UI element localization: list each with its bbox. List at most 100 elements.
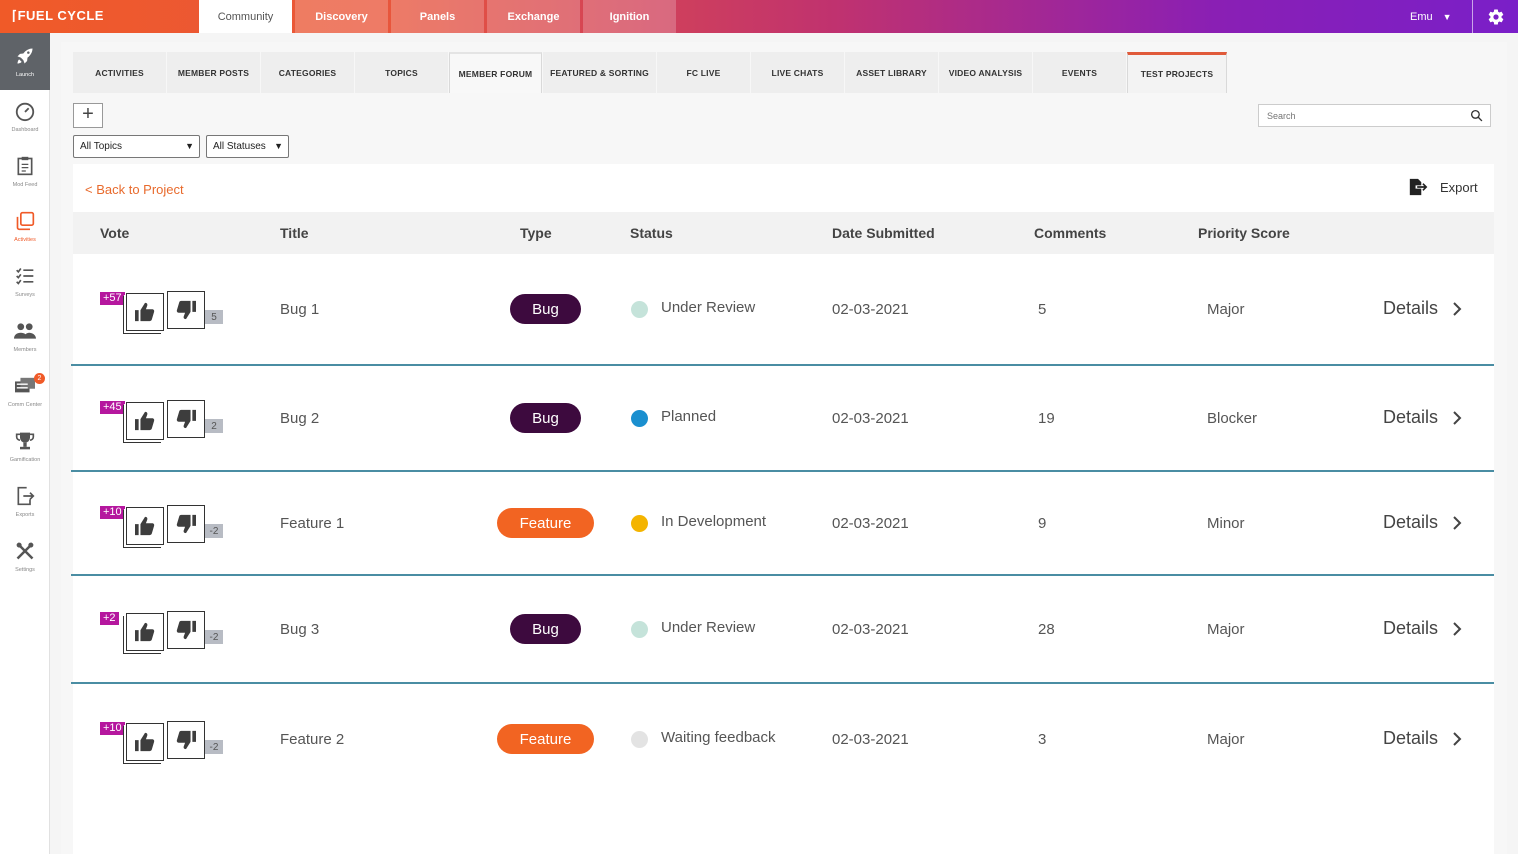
thumbs-down-icon [176, 409, 196, 429]
top-nav: Community Discovery Panels Exchange Igni… [199, 0, 679, 33]
sidebar-item-comm-center[interactable]: 2 Comm Center [0, 365, 50, 417]
tab-activities[interactable]: ACTIVITIES [73, 52, 166, 93]
tools-icon [14, 540, 36, 562]
back-to-project-link[interactable]: < Back to Project [85, 182, 184, 197]
row-title[interactable]: Feature 1 [280, 515, 344, 532]
row-status: Planned [661, 408, 717, 425]
upvote-button[interactable] [126, 507, 164, 545]
header-comments[interactable]: Comments [1034, 225, 1106, 241]
add-button[interactable]: + [73, 103, 103, 128]
sidebar-item-mod-feed[interactable]: Mod Feed [0, 145, 50, 197]
downvote-count: 5 [205, 310, 223, 324]
sidebar-item-members[interactable]: Members [0, 310, 50, 362]
tab-member-forum[interactable]: MEMBER FORUM [449, 52, 542, 93]
status-dot [631, 410, 648, 427]
upvote-button[interactable] [126, 613, 164, 651]
sidebar-item-activities[interactable]: Activities [0, 200, 50, 252]
details-label: Details [1383, 618, 1439, 638]
topnav-exchange[interactable]: Exchange [487, 0, 580, 33]
row-priority: Minor [1207, 515, 1245, 532]
tab-live-chats[interactable]: LIVE CHATS [751, 52, 844, 93]
upvote-button[interactable] [126, 293, 164, 331]
downvote-button[interactable] [167, 505, 205, 543]
row-priority: Major [1207, 621, 1245, 638]
user-menu[interactable]: Emu ▼ [1410, 0, 1452, 33]
details-label: Details [1383, 407, 1439, 427]
status-dot [631, 731, 648, 748]
topnav-panels[interactable]: Panels [391, 0, 484, 33]
tab-fc-live[interactable]: FC LIVE [657, 52, 750, 93]
row-priority: Major [1207, 301, 1245, 318]
details-link[interactable]: Details [1383, 298, 1462, 319]
tab-test-projects[interactable]: TEST PROJECTS [1127, 52, 1227, 93]
row-status: Under Review [661, 619, 756, 636]
header-title[interactable]: Title [280, 225, 309, 241]
topnav-ignition[interactable]: Ignition [583, 0, 676, 33]
details-link[interactable]: Details [1383, 512, 1462, 533]
tab-video-analysis[interactable]: VIDEO ANALYSIS [939, 52, 1032, 93]
type-pill: Feature [497, 508, 594, 538]
row-date-submitted: 02-03-2021 [832, 301, 909, 318]
header-vote[interactable]: Vote [100, 225, 129, 241]
header-type[interactable]: Type [520, 225, 552, 241]
logo-text: FUEL CYCLE [17, 8, 104, 23]
topnav-community[interactable]: Community [199, 0, 292, 33]
search-box [1258, 104, 1491, 127]
details-link[interactable]: Details [1383, 407, 1462, 428]
row-title[interactable]: Feature 2 [280, 731, 344, 748]
sidebar-item-exports[interactable]: Exports [0, 475, 50, 527]
sidebar-item-dashboard[interactable]: Dashboard [0, 90, 50, 142]
settings-gear-button[interactable] [1472, 0, 1518, 33]
search-input[interactable] [1267, 105, 1462, 126]
downvote-button[interactable] [167, 291, 205, 329]
status-dot [631, 515, 648, 532]
tab-events[interactable]: EVENTS [1033, 52, 1126, 93]
topics-select[interactable]: All Topics ▼ [73, 135, 200, 158]
export-icon [14, 485, 36, 507]
fuel-cycle-logo[interactable]: ⌈FUEL CYCLE [12, 8, 104, 24]
header-status[interactable]: Status [630, 225, 673, 241]
sidebar-item-settings[interactable]: Settings [0, 530, 50, 582]
header-date-submitted[interactable]: Date Submitted [832, 225, 935, 241]
statuses-select[interactable]: All Statuses ▼ [206, 135, 289, 158]
export-button[interactable]: Export [1408, 178, 1478, 196]
table-row: +10 -2 Feature 2 Feature Waiting feedback 02-… [71, 684, 1494, 854]
trophy-icon [14, 430, 36, 452]
vote-score-badge: +2 [100, 612, 119, 625]
sidebar-item-surveys[interactable]: Surveys [0, 255, 50, 307]
row-title[interactable]: Bug 2 [280, 410, 319, 427]
downvote-count: -2 [205, 740, 223, 754]
search-icon[interactable] [1470, 109, 1483, 122]
topnav-discovery[interactable]: Discovery [295, 0, 388, 33]
sidebar-item-launch[interactable]: Launch [0, 33, 50, 90]
details-link[interactable]: Details [1383, 728, 1462, 749]
upvote-button[interactable] [126, 723, 164, 761]
tab-categories[interactable]: CATEGORIES [261, 52, 354, 93]
tab-topics[interactable]: TOPICS [355, 52, 448, 93]
tab-member-posts[interactable]: MEMBER POSTS [167, 52, 260, 93]
thumbs-down-icon [176, 514, 196, 534]
row-date-submitted: 02-03-2021 [832, 621, 909, 638]
row-priority: Blocker [1207, 410, 1258, 427]
rocket-icon [14, 45, 36, 67]
user-name: Emu [1410, 10, 1433, 23]
details-link[interactable]: Details [1383, 618, 1462, 639]
tab-featured-sorting[interactable]: FEATURED & SORTING [543, 52, 656, 93]
thumbs-up-icon [135, 302, 155, 322]
downvote-button[interactable] [167, 400, 205, 438]
downvote-button[interactable] [167, 721, 205, 759]
activities-icon [14, 210, 36, 232]
downvote-count: 2 [205, 419, 223, 433]
status-dot [631, 301, 648, 318]
checklist-icon [14, 265, 36, 287]
row-title[interactable]: Bug 1 [280, 301, 319, 318]
downvote-button[interactable] [167, 611, 205, 649]
caret-down-icon: ▼ [1442, 11, 1452, 22]
row-title[interactable]: Bug 3 [280, 621, 319, 638]
details-label: Details [1383, 512, 1439, 532]
upvote-button[interactable] [126, 402, 164, 440]
table-row: +2 -2 Bug 3 Bug Under Review 02-03-2021 28 Majo… [71, 576, 1494, 684]
header-priority-score[interactable]: Priority Score [1198, 225, 1290, 241]
tab-asset-library[interactable]: ASSET LIBRARY [845, 52, 938, 93]
sidebar-item-gamification[interactable]: Gamification [0, 420, 50, 472]
